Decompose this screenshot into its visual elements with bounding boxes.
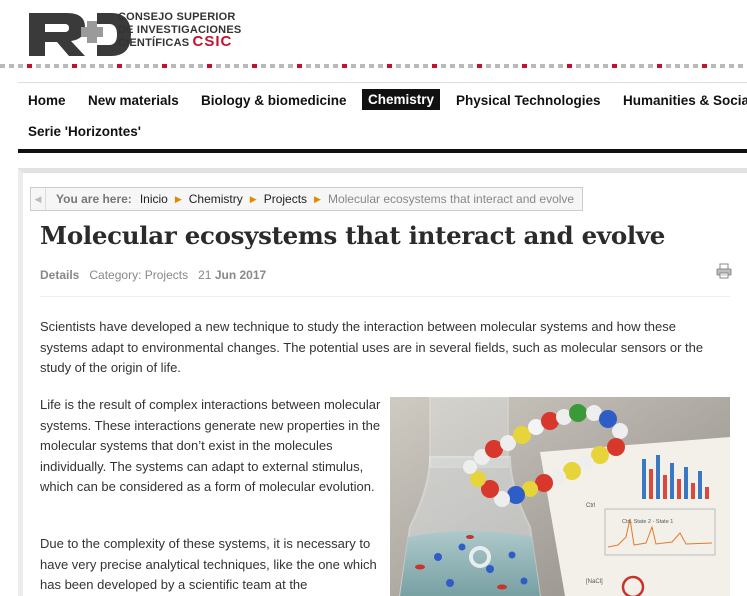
svg-text:Ctrl. State 2 - State 1: Ctrl. State 2 - State 1 — [622, 519, 673, 525]
article-meta: Details Category: Projects 21 Jun 2017 — [40, 268, 266, 282]
breadcrumb: ◀ You are here: Inicio ▶ Chemistry ▶ Pro… — [30, 187, 584, 211]
article-paragraph-1: Life is the result of complex interactio… — [40, 397, 381, 494]
nav-item-humanities[interactable]: Humanities & Socia — [617, 90, 747, 111]
category-link[interactable]: Category: Projects — [89, 268, 188, 282]
main-nav: Home New materials Biology & biomedicine… — [18, 82, 747, 153]
csic-wordmark: CSIC — [192, 33, 233, 50]
article-illustration: [NaCl] Ctrl Ctrl. State 2 - State 1 — [390, 397, 730, 596]
breadcrumb-link-inicio[interactable]: Inicio — [140, 192, 168, 206]
nav-item-new-materials[interactable]: New materials — [82, 90, 185, 111]
breadcrumb-label: You are here: — [56, 192, 132, 206]
svg-text:[NaCl]: [NaCl] — [586, 579, 603, 585]
caret-left-icon: ◀ — [31, 188, 46, 210]
breadcrumb-separator-icon: ▶ — [174, 193, 182, 204]
breadcrumb-link-projects[interactable]: Projects — [264, 192, 307, 206]
svg-text:Ctrl: Ctrl — [586, 503, 595, 509]
nav-item-serie-horizontes[interactable]: Serie 'Horizontes' — [22, 121, 147, 142]
details-label: Details — [40, 268, 80, 282]
date-day: 21 — [198, 268, 212, 282]
org-name: CONSEJO SUPERIOR DE INVESTIGACIONES CIEN… — [118, 11, 242, 50]
article-intro: Scientists have developed a new techniqu… — [40, 319, 704, 375]
date-month-year: Jun 2017 — [214, 268, 267, 282]
meta-divider — [40, 296, 730, 297]
nav-item-home[interactable]: Home — [22, 90, 72, 111]
nav-item-physical-technologies[interactable]: Physical Technologies — [450, 90, 607, 111]
nav-item-chemistry[interactable]: Chemistry — [362, 89, 441, 110]
nav-item-biology-biomedicine[interactable]: Biology & biomedicine — [195, 90, 353, 111]
article-title: Molecular ecosystems that interact and e… — [40, 221, 666, 250]
breadcrumb-current: Molecular ecosystems that interact and e… — [327, 192, 575, 206]
article-paragraph-2: Due to the complexity of these systems, … — [40, 536, 377, 592]
article-container: ◀ You are here: Inicio ▶ Chemistry ▶ Pro… — [18, 168, 747, 596]
breadcrumb-separator-icon: ▶ — [314, 193, 321, 204]
breadcrumb-separator-icon: ▶ — [249, 193, 257, 204]
breadcrumb-link-chemistry[interactable]: Chemistry — [189, 192, 243, 206]
header-dotted-divider — [0, 64, 747, 68]
printer-icon[interactable] — [716, 263, 732, 279]
